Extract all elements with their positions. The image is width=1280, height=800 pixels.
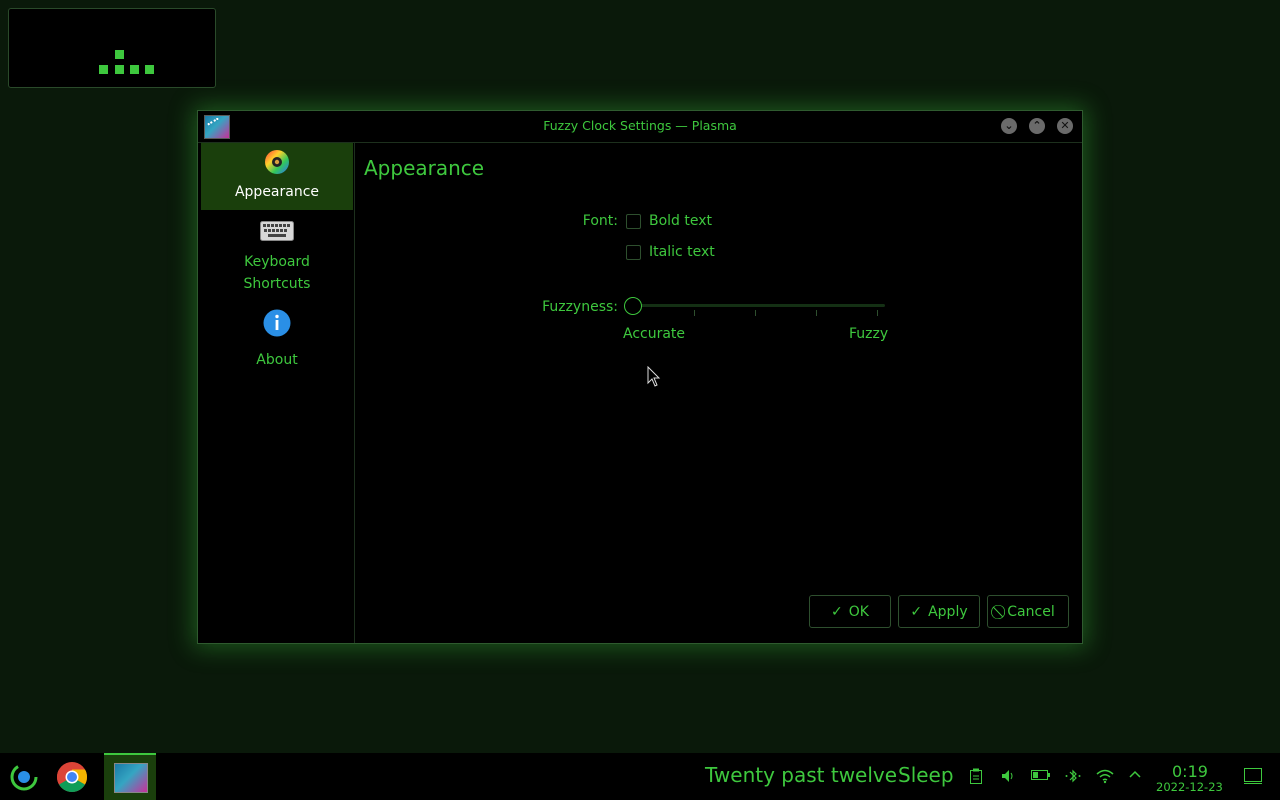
widget-pixel (115, 50, 124, 59)
check-icon: ✓ (831, 603, 843, 620)
sidebar-item-about[interactable]: About (201, 307, 353, 373)
maximize-button[interactable]: ⌃ (1029, 118, 1045, 134)
widget-pixel (145, 65, 154, 74)
cancel-label: Cancel (1007, 603, 1055, 620)
italic-checkbox[interactable] (626, 245, 641, 260)
fuzzyness-label: Fuzzyness: (542, 299, 618, 315)
color-wheel-icon (265, 150, 289, 174)
sidebar-item-keyboard-shortcuts[interactable]: Keyboard Shortcuts (201, 221, 353, 299)
titlebar[interactable]: Fuzzy Clock Settings — Plasma ⌄ ⌃ ✕ (198, 111, 1082, 143)
bluetooth-icon[interactable] (1064, 768, 1082, 788)
fuzzy-clock-text[interactable]: Twenty past twelve (705, 763, 897, 787)
close-button[interactable]: ✕ (1057, 118, 1073, 134)
widget-pixel (130, 65, 139, 74)
slider-max-label: Fuzzy (849, 326, 889, 342)
slider-tick (816, 310, 817, 316)
show-desktop-icon[interactable] (1244, 768, 1262, 788)
font-label: Font: (582, 213, 618, 229)
expand-tray-icon[interactable] (1128, 768, 1142, 786)
slider-min-label: Accurate (623, 326, 686, 342)
sidebar-item-label: About (256, 352, 298, 368)
chrome-icon (56, 762, 88, 793)
wifi-icon[interactable] (1096, 768, 1114, 788)
ok-button[interactable]: ✓ OK (809, 595, 891, 628)
slider-tick (694, 310, 695, 316)
launcher-button[interactable] (8, 753, 42, 800)
fuzzyness-slider-handle[interactable] (624, 297, 642, 315)
settings-dialog: Fuzzy Clock Settings — Plasma ⌄ ⌃ ✕ Appe… (197, 110, 1083, 644)
clock-date[interactable]: 2022-12-23 (1156, 780, 1223, 794)
sidebar-item-label: Appearance (234, 184, 320, 200)
sidebar: Appearance Keyboard Shortcuts About (198, 143, 355, 643)
volume-icon[interactable] (1000, 768, 1016, 788)
battery-icon[interactable] (1031, 768, 1051, 786)
window-title: Fuzzy Clock Settings — Plasma (543, 118, 737, 133)
minimize-button[interactable]: ⌄ (1001, 118, 1017, 134)
fuzzyness-slider-track[interactable] (626, 304, 885, 307)
cancel-button[interactable]: ⃠ Cancel (987, 595, 1069, 628)
taskbar: Twenty past twelve Sleep 0:19 2022-12-23 (0, 753, 1280, 800)
mouse-cursor-icon (647, 366, 661, 387)
bold-checkbox[interactable] (626, 214, 641, 229)
ok-label: OK (848, 603, 869, 620)
clipboard-icon[interactable] (969, 768, 983, 788)
info-icon (263, 309, 291, 337)
launcher-icon (10, 763, 38, 791)
widget-pixel (115, 65, 124, 74)
taskbar-chrome[interactable] (56, 753, 92, 800)
clock-time[interactable]: 0:19 (1172, 762, 1208, 781)
sidebar-item-appearance[interactable]: Appearance (201, 143, 353, 210)
app-icon (114, 763, 148, 793)
keyboard-icon (260, 221, 294, 241)
slider-tick (877, 310, 878, 316)
italic-label[interactable]: Italic text (649, 244, 715, 260)
check-icon: ✓ (910, 603, 923, 620)
desktop-widget[interactable] (8, 8, 216, 88)
apply-button[interactable]: ✓ Apply (898, 595, 980, 628)
sleep-text[interactable]: Sleep (898, 763, 954, 787)
slider-tick (755, 310, 756, 316)
taskbar-fuzzy-clock-settings[interactable] (104, 753, 156, 800)
apply-label: Apply (928, 603, 968, 620)
sidebar-item-label-line2: Shortcuts (243, 276, 311, 292)
widget-pixel (99, 65, 108, 74)
bold-label[interactable]: Bold text (649, 213, 712, 229)
sidebar-item-label-line1: Keyboard (244, 254, 310, 270)
page-title: Appearance (364, 156, 485, 180)
